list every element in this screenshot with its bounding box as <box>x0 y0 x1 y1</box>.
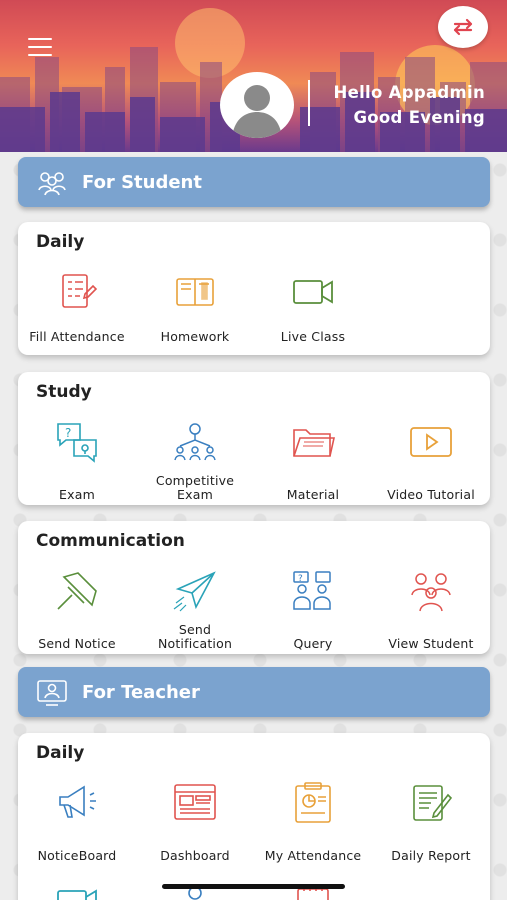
greeting: Hello Appadmin Good Evening <box>333 80 485 130</box>
pushpin-icon <box>57 572 97 610</box>
for-teacher-title: For Teacher <box>82 681 200 703</box>
communication-title: Communication <box>36 531 185 551</box>
student-daily-title: Daily <box>36 232 85 252</box>
daily-report-label: Daily Report <box>391 848 471 863</box>
teacher-board-icon <box>37 680 67 706</box>
book-icon <box>176 278 214 306</box>
exam-label: Exam <box>59 487 95 502</box>
material-label: Material <box>286 487 340 502</box>
user-silhouette-icon <box>232 85 282 138</box>
home-indicator[interactable] <box>162 884 345 889</box>
play-video-icon <box>410 427 452 457</box>
teacher-daily-title: Daily <box>36 743 85 763</box>
send-notification-button[interactable]: Send Notification <box>136 569 254 651</box>
avatar[interactable] <box>220 72 294 138</box>
students-group-icon <box>411 573 451 612</box>
greeting-name: Hello Appadmin <box>333 83 485 102</box>
video-camera-icon <box>57 889 97 900</box>
my-attendance-label: My Attendance <box>264 848 362 863</box>
dashboard-icon <box>174 784 216 820</box>
svg-text:?: ? <box>65 426 71 440</box>
homework-button[interactable]: Homework <box>136 270 254 344</box>
daily-report-button[interactable]: Daily Report <box>372 781 490 863</box>
competition-icon <box>174 423 216 461</box>
for-student-banner: For Student <box>18 157 490 207</box>
study-title: Study <box>36 382 92 402</box>
megaphone-icon <box>59 785 96 818</box>
communication-card: Communication Send Notice Send Notificat… <box>18 521 490 654</box>
dashboard-button[interactable]: Dashboard <box>136 781 254 863</box>
swap-arrows-icon <box>453 18 473 36</box>
competitive-exam-label-2: Exam <box>177 487 213 502</box>
view-student-button[interactable]: View Student <box>372 569 490 651</box>
live-class-button[interactable]: Live Class <box>254 270 372 344</box>
noticeboard-button[interactable]: NoticeBoard <box>18 781 136 863</box>
exam-button[interactable]: ? Exam <box>18 420 136 502</box>
homework-label: Homework <box>160 329 230 344</box>
send-notification-label-1: Send <box>178 622 212 637</box>
competitive-exam-label-1: Competitive <box>155 473 235 488</box>
noticeboard-label: NoticeBoard <box>37 848 117 863</box>
svg-text:?: ? <box>298 574 303 584</box>
fill-attendance-label: Fill Attendance <box>29 329 125 344</box>
exam-chat-icon: ? <box>57 423 97 463</box>
query-people-icon: ? <box>293 571 331 610</box>
query-button[interactable]: ? Query <box>254 569 372 651</box>
dashboard-label: Dashboard <box>160 848 230 863</box>
view-student-label: View Student <box>388 636 474 651</box>
live-class-label: Live Class <box>280 329 346 344</box>
send-notification-label-2: Notification <box>157 636 233 651</box>
material-button[interactable]: Material <box>254 420 372 502</box>
query-label: Query <box>293 636 333 651</box>
video-camera-icon <box>293 280 333 304</box>
video-tutorial-button[interactable]: Video Tutorial <box>372 420 490 502</box>
send-notice-label: Send Notice <box>38 636 116 651</box>
teacher-daily-card: Daily NoticeBoard Dashboard My Attendanc… <box>18 733 490 900</box>
header: Hello Appadmin Good Evening <box>0 0 507 152</box>
attendance-report-icon <box>295 782 331 823</box>
attendance-form-icon <box>62 274 98 308</box>
paper-plane-icon <box>173 571 216 612</box>
my-attendance-button[interactable]: My Attendance <box>254 781 372 863</box>
fill-attendance-button[interactable]: Fill Attendance <box>18 270 136 344</box>
hamburger-menu-icon[interactable] <box>28 38 52 56</box>
students-group-icon <box>38 172 66 196</box>
for-student-title: For Student <box>82 171 202 193</box>
teacher-item-5[interactable] <box>18 881 136 900</box>
video-tutorial-label: Video Tutorial <box>387 487 475 502</box>
switch-role-button[interactable] <box>438 6 488 48</box>
competitive-exam-button[interactable]: Competitive Exam <box>136 420 254 502</box>
report-pen-icon <box>413 785 453 821</box>
study-card: Study ? Exam Competitive Exam Material V… <box>18 372 490 505</box>
folder-icon <box>293 429 335 457</box>
student-daily-card: Daily Fill Attendance Homework Live Clas… <box>18 222 490 355</box>
send-notice-button[interactable]: Send Notice <box>18 569 136 651</box>
for-teacher-banner: For Teacher <box>18 667 490 717</box>
greeting-time: Good Evening <box>353 108 485 127</box>
header-divider <box>308 80 310 126</box>
